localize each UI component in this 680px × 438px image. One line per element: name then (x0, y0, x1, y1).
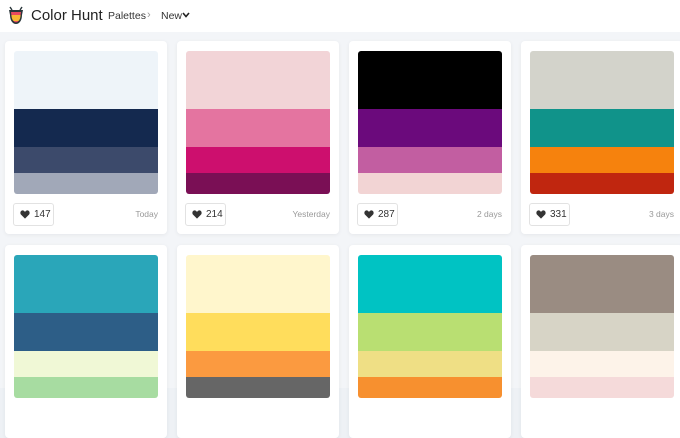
brand-name[interactable]: Color Hunt (31, 7, 103, 24)
palette-card[interactable]: 287 2 days (349, 41, 511, 234)
palette-swatches[interactable] (358, 255, 502, 398)
palette-swatches[interactable] (186, 255, 330, 398)
palette-card[interactable]: 331 3 days (521, 41, 680, 234)
color-swatch[interactable] (14, 255, 158, 313)
color-swatch[interactable] (358, 313, 502, 351)
color-hunt-logo-icon[interactable] (7, 6, 25, 26)
color-swatch[interactable] (530, 147, 674, 173)
like-button[interactable]: 214 (185, 203, 226, 226)
nav-palettes-link[interactable]: Palettes (108, 10, 146, 22)
like-button[interactable]: 287 (357, 203, 398, 226)
color-swatch[interactable] (14, 109, 158, 147)
color-swatch[interactable] (14, 173, 158, 194)
top-navigation-bar: Color Hunt Palettes › New (0, 0, 680, 32)
palette-card[interactable] (5, 245, 167, 438)
color-swatch[interactable] (530, 351, 674, 377)
palette-swatches[interactable] (14, 51, 158, 194)
color-swatch[interactable] (186, 351, 330, 377)
color-swatch[interactable] (530, 51, 674, 109)
color-swatch[interactable] (358, 351, 502, 377)
color-swatch[interactable] (358, 173, 502, 194)
palette-swatches[interactable] (530, 255, 674, 398)
palette-card[interactable]: 147 Today (5, 41, 167, 234)
like-count: 214 (206, 209, 223, 220)
like-count: 287 (378, 209, 395, 220)
heart-icon (536, 210, 546, 219)
color-swatch[interactable] (186, 51, 330, 109)
color-swatch[interactable] (530, 255, 674, 313)
palette-date: Yesterday (292, 209, 331, 219)
color-swatch[interactable] (358, 109, 502, 147)
palette-date: 2 days (476, 209, 502, 219)
color-swatch[interactable] (358, 255, 502, 313)
color-swatch[interactable] (186, 173, 330, 194)
color-swatch[interactable] (530, 109, 674, 147)
color-swatch[interactable] (14, 51, 158, 109)
like-count: 331 (550, 209, 567, 220)
palette-swatches[interactable] (186, 51, 330, 194)
color-swatch[interactable] (14, 313, 158, 351)
color-swatch[interactable] (14, 351, 158, 377)
palette-card[interactable]: 214 Yesterday (177, 41, 339, 234)
palette-card[interactable] (349, 245, 511, 438)
breadcrumb-separator: › (147, 9, 151, 21)
color-swatch[interactable] (186, 147, 330, 173)
sort-dropdown-label[interactable]: New (161, 10, 182, 22)
palette-swatches[interactable] (530, 51, 674, 194)
color-swatch[interactable] (358, 147, 502, 173)
heart-icon (20, 210, 30, 219)
heart-icon (192, 210, 202, 219)
color-swatch[interactable] (530, 313, 674, 351)
like-button[interactable]: 331 (529, 203, 570, 226)
color-swatch[interactable] (358, 51, 502, 109)
color-swatch[interactable] (186, 313, 330, 351)
palette-grid: 147 Today 214 Yesterday 287 2 days 331 3… (0, 32, 680, 438)
color-swatch[interactable] (186, 255, 330, 313)
palette-date: 3 days (648, 209, 674, 219)
chevron-down-icon[interactable] (182, 12, 190, 18)
color-swatch[interactable] (14, 147, 158, 173)
palette-swatches[interactable] (358, 51, 502, 194)
palette-card[interactable] (521, 245, 680, 438)
like-button[interactable]: 147 (13, 203, 54, 226)
palette-date: Today (135, 209, 158, 219)
palette-card[interactable] (177, 245, 339, 438)
palette-swatches[interactable] (14, 255, 158, 398)
color-swatch[interactable] (186, 109, 330, 147)
like-count: 147 (34, 209, 51, 220)
color-swatch[interactable] (530, 173, 674, 194)
heart-icon (364, 210, 374, 219)
